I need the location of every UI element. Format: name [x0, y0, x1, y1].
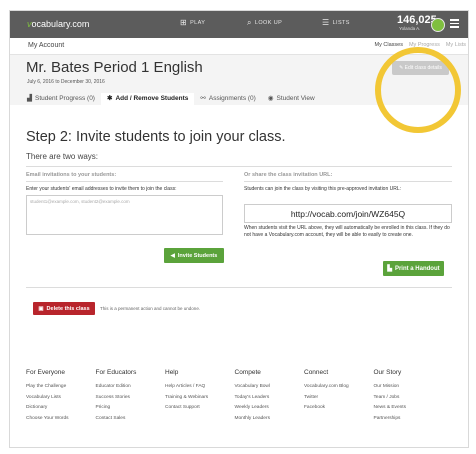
- site-logo[interactable]: vocabulary.com: [27, 19, 89, 29]
- footer-link[interactable]: Training & Webinars: [165, 393, 235, 404]
- footer-column: Help Help Articles / FAQ Training & Webi…: [165, 369, 235, 424]
- footer-link[interactable]: Vocabulary Lists: [26, 393, 96, 404]
- footer-link[interactable]: Team / Jobs: [374, 393, 444, 404]
- email-instructions: Enter your students' email addresses to …: [26, 186, 177, 192]
- footer-heading: For Educators: [95, 369, 137, 376]
- footer-heading: Connect: [304, 369, 329, 376]
- delete-class-button[interactable]: ▣ Delete this class: [33, 302, 95, 315]
- my-account-label[interactable]: My Account: [28, 42, 64, 49]
- footer-link[interactable]: Educator Edition: [96, 382, 166, 393]
- link-my-lists[interactable]: My Lists: [446, 42, 466, 48]
- footer-column: For Educators Educator Edition Success S…: [96, 369, 166, 424]
- footer-link[interactable]: Today's Leaders: [235, 393, 305, 404]
- footer-link[interactable]: Weekly Leaders: [235, 403, 305, 414]
- footer-link[interactable]: Contact Sales: [96, 414, 166, 425]
- invite-students-button[interactable]: ◀ Invite Students: [164, 248, 224, 263]
- print-handout-button[interactable]: ▙ Print a Handout: [383, 261, 444, 276]
- trash-icon: ▣: [38, 305, 44, 312]
- url-section-title: Or share the class invitation URL:: [244, 172, 333, 178]
- tab-student-view[interactable]: ◉ Student View: [262, 93, 321, 105]
- footer-column: For Everyone Play the Challenge Vocabula…: [26, 369, 96, 424]
- play-grid-icon: ⊞: [180, 18, 188, 27]
- tab-add-remove-students[interactable]: ✱ Add / Remove Students: [100, 93, 195, 105]
- footer-link[interactable]: Success Stories: [96, 393, 166, 404]
- footer-link[interactable]: Choose Your Words: [26, 414, 96, 425]
- divider: [26, 166, 452, 167]
- footer-link[interactable]: Play the Challenge: [26, 382, 96, 393]
- lists-icon: ☰: [322, 18, 330, 27]
- footer-heading: Compete: [234, 369, 261, 376]
- footer-heading: For Everyone: [26, 369, 66, 376]
- step-title: Step 2: Invite students to join your cla…: [26, 129, 286, 145]
- page: vocabulary.com ⊞ PLAY ⌕ LOOK UP ☰ LISTS 146…: [9, 10, 469, 448]
- footer-column: Our Story Our Mission Team / Jobs News &…: [374, 369, 444, 424]
- link-icon: ⚯: [200, 95, 206, 102]
- email-section-title: Email invitations to your students:: [26, 172, 117, 178]
- footer-link[interactable]: Twitter: [304, 393, 374, 404]
- email-placeholder: student1@example.com, student2@example.c…: [30, 199, 130, 204]
- tab-student-progress[interactable]: ▟ Student Progress (0): [21, 93, 101, 105]
- delete-warning: This is a permanent action and cannot be…: [100, 306, 201, 311]
- highlight-circle: [375, 47, 461, 133]
- gear-icon: ✱: [106, 95, 113, 102]
- class-title: Mr. Bates Period 1 English: [26, 59, 203, 76]
- divider: [26, 181, 223, 182]
- divider: [244, 181, 452, 182]
- search-icon: ⌕: [247, 18, 252, 27]
- footer-link[interactable]: Contact Support: [165, 403, 235, 414]
- footer-link[interactable]: Partnerships: [374, 414, 444, 425]
- link-my-classes[interactable]: My Classes: [375, 42, 403, 48]
- footer-heading: Help: [165, 369, 179, 376]
- eye-icon: ◉: [267, 95, 274, 102]
- class-dates: July 6, 2016 to December 30, 2016: [27, 79, 105, 85]
- print-icon: ▙: [387, 266, 392, 272]
- two-ways-label: There are two ways:: [26, 152, 99, 161]
- avatar[interactable]: [431, 18, 445, 32]
- url-note: When students visit the URL above, they …: [244, 225, 450, 238]
- footer-link[interactable]: Monthly Leaders: [235, 414, 305, 425]
- footer-heading: Our Story: [373, 369, 402, 376]
- progress-icon: ▟: [27, 95, 32, 102]
- footer-link[interactable]: Pricing: [96, 403, 166, 414]
- footer: For Everyone Play the Challenge Vocabula…: [26, 369, 466, 424]
- invitation-url-field[interactable]: http://vocab.com/join/WZ645Q: [244, 204, 452, 223]
- footer-link[interactable]: Vocabulary Bowl: [235, 382, 305, 393]
- footer-link[interactable]: Facebook: [304, 403, 374, 414]
- footer-link[interactable]: Dictionary: [26, 403, 96, 414]
- footer-link[interactable]: News & Events: [374, 403, 444, 414]
- divider: [26, 287, 452, 288]
- footer-link[interactable]: Our Mission: [374, 382, 444, 393]
- email-addresses-input[interactable]: student1@example.com, student2@example.c…: [26, 195, 223, 235]
- user-name[interactable]: Yolanda A.: [399, 26, 420, 31]
- footer-link[interactable]: Vocabulary.com Blog: [304, 382, 374, 393]
- nav-look-up[interactable]: ⌕ LOOK UP: [247, 18, 282, 27]
- nav-lists[interactable]: ☰ LISTS: [322, 18, 350, 27]
- footer-column: Connect Vocabulary.com Blog Twitter Face…: [304, 369, 374, 424]
- url-instructions: Students can join the class by visiting …: [244, 186, 402, 192]
- nav-play[interactable]: ⊞ PLAY: [180, 18, 205, 27]
- hamburger-menu-icon[interactable]: [450, 19, 459, 30]
- class-tabs: ▟ Student Progress (0) ✱ Add / Remove Stud…: [10, 93, 321, 105]
- footer-link[interactable]: Help Articles / FAQ: [165, 382, 235, 393]
- tab-assignments[interactable]: ⚯ Assignments (0): [194, 93, 261, 105]
- footer-column: Compete Vocabulary Bowl Today's Leaders …: [235, 369, 305, 424]
- send-icon: ◀: [170, 252, 175, 259]
- top-navigation-bar: vocabulary.com ⊞ PLAY ⌕ LOOK UP ☰ LISTS 146…: [10, 11, 468, 38]
